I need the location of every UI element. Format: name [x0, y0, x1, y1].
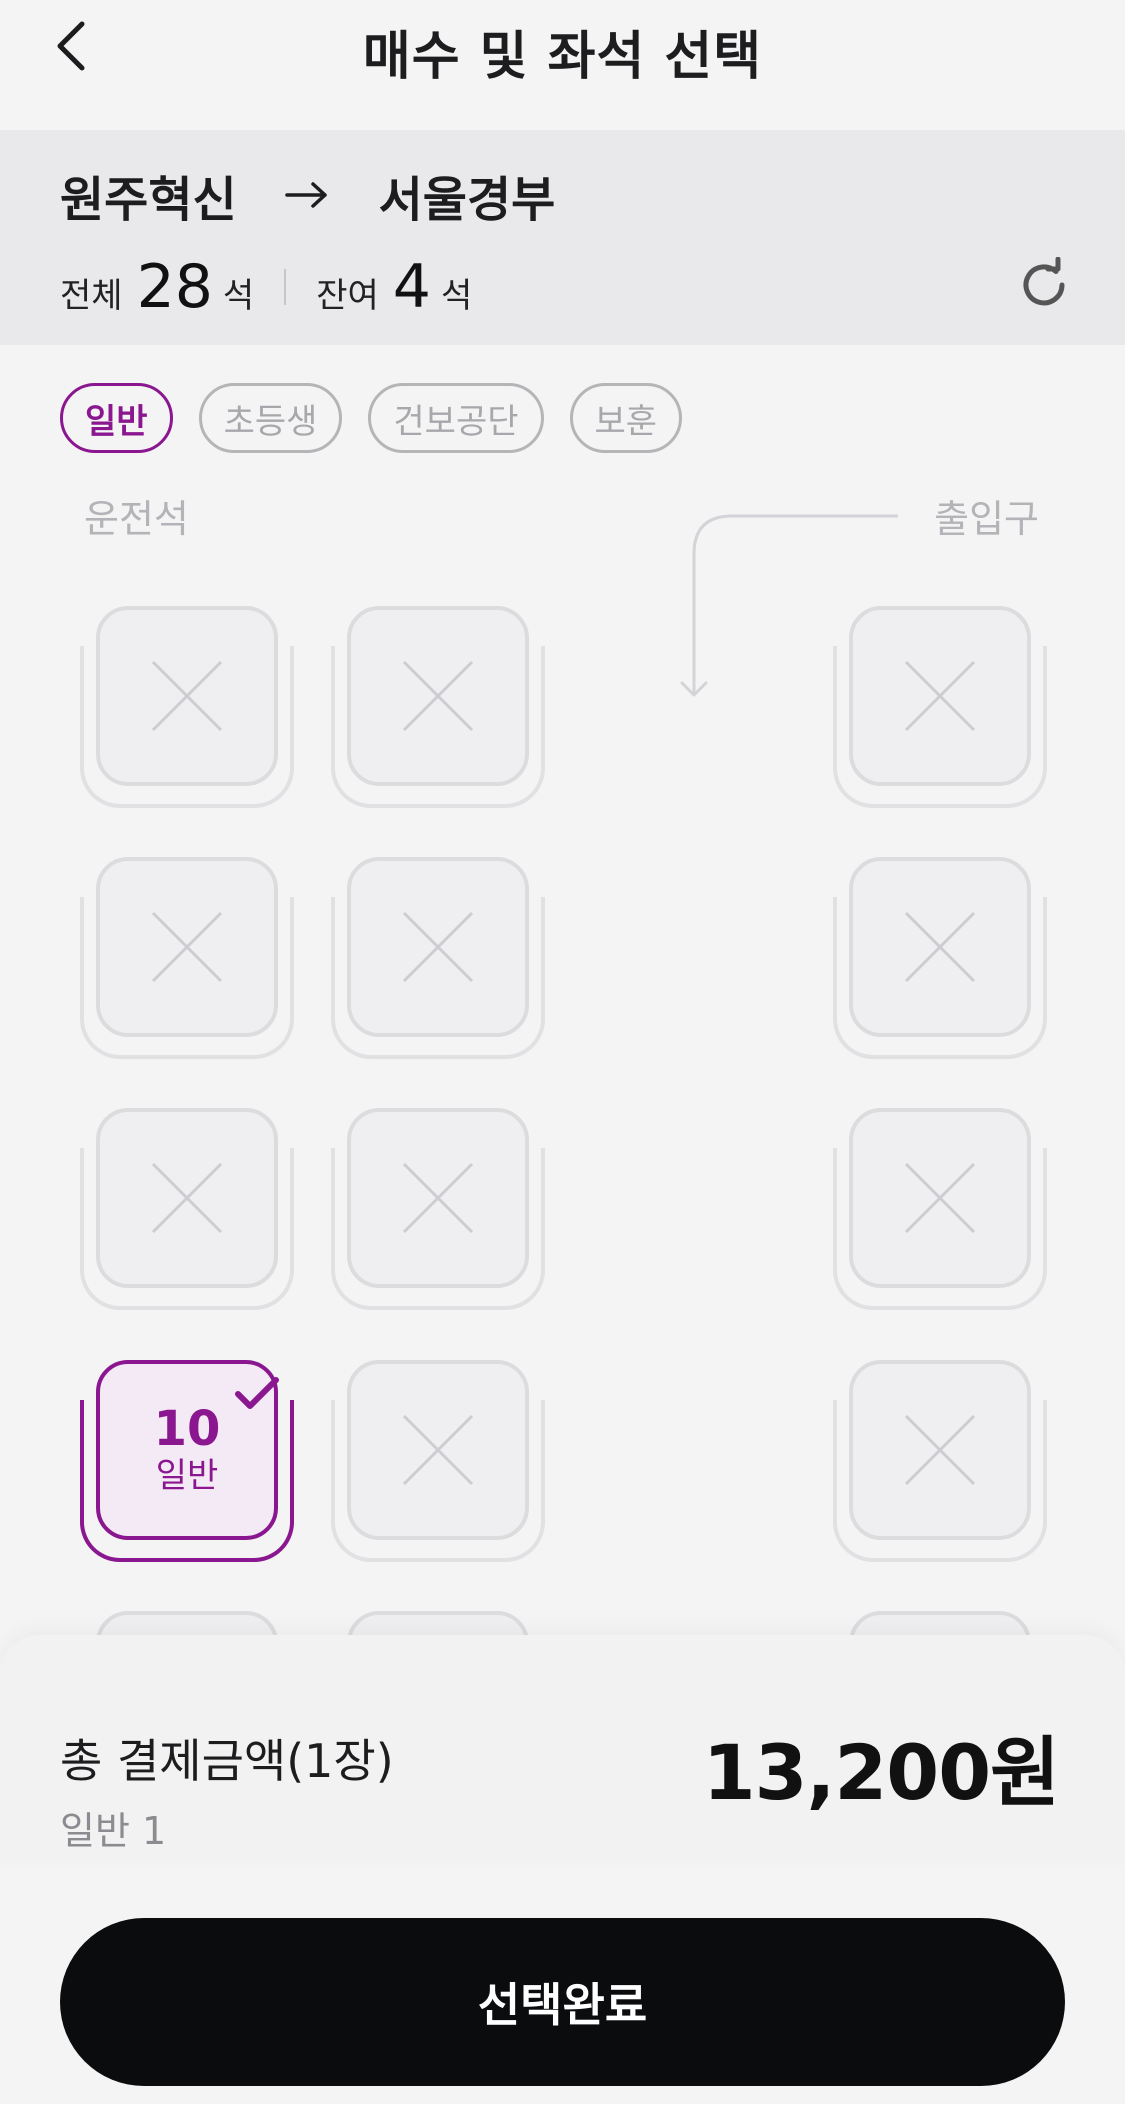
chip-veteran[interactable]: 보훈 — [569, 383, 683, 453]
seat-selection-page: 매수 및 좌석 선택 원주혁신 서울경부 전체 28 석 잔여 4 석 일반 초… — [0, 0, 1125, 2104]
seat-cushion — [849, 1108, 1031, 1288]
route-panel: 원주혁신 서울경부 전체 28 석 잔여 4 석 — [0, 130, 1125, 345]
confirm-selection-button[interactable]: 선택완료 — [60, 1918, 1065, 2086]
close-icon — [151, 911, 223, 983]
seat-unavailable — [833, 1360, 1047, 1562]
seat-unavailable — [331, 857, 545, 1059]
seat-cushion — [96, 1108, 278, 1288]
close-icon — [402, 1414, 474, 1486]
total-payment-amount: 13,200원 — [702, 1728, 1060, 1817]
checkmark-icon — [235, 1377, 279, 1409]
seat-unavailable — [331, 1360, 545, 1562]
seat-cushion — [96, 857, 278, 1037]
close-icon — [904, 1414, 976, 1486]
close-icon — [151, 1162, 223, 1234]
remaining-seats-unit: 석 — [440, 276, 473, 316]
page-title: 매수 및 좌석 선택 — [362, 27, 763, 87]
seat-passenger-type: 일반 — [155, 1456, 219, 1496]
seat-cushion — [347, 606, 529, 786]
seat-unavailable — [80, 606, 294, 808]
header: 매수 및 좌석 선택 — [0, 0, 1125, 130]
seat-number: 10 — [153, 1401, 221, 1458]
seat-selected[interactable]: 10 일반 — [80, 1360, 294, 1562]
driver-seat-label: 운전석 — [84, 497, 189, 541]
route-info: 원주혁신 서울경부 — [60, 160, 555, 230]
seat-cushion — [849, 1360, 1031, 1540]
seat-cushion — [347, 1108, 529, 1288]
seat-unavailable — [331, 606, 545, 808]
total-payment-label: 총 결제금액(1장) — [60, 1734, 394, 1788]
close-icon — [151, 660, 223, 732]
seat-cushion — [849, 606, 1031, 786]
seat-unavailable — [80, 857, 294, 1059]
entrance-label: 출입구 — [934, 497, 1039, 541]
payment-summary: 총 결제금액(1장) 일반 1 13,200원 — [0, 1635, 1125, 1865]
seat-cushion — [849, 857, 1031, 1037]
seat-unavailable — [331, 1108, 545, 1310]
ticket-breakdown: 일반 1 — [60, 1809, 167, 1853]
remaining-seats-value: 4 — [392, 252, 431, 322]
seat-cushion — [347, 857, 529, 1037]
close-icon — [904, 660, 976, 732]
total-seats-unit: 석 — [222, 276, 255, 316]
refresh-button[interactable] — [1009, 250, 1079, 320]
passenger-type-chips: 일반 초등생 건보공단 보훈 — [60, 383, 683, 453]
seat-cushion — [347, 1360, 529, 1540]
seat-unavailable — [80, 1108, 294, 1310]
seat-counts: 전체 28 석 잔여 4 석 — [60, 252, 472, 322]
close-icon — [904, 1162, 976, 1234]
total-seats-value: 28 — [136, 252, 213, 322]
seat-unavailable — [833, 606, 1047, 808]
seat-cushion — [96, 606, 278, 786]
seat-unavailable — [833, 1108, 1047, 1310]
close-icon — [402, 911, 474, 983]
chip-health-insurance[interactable]: 건보공단 — [368, 383, 544, 453]
arrow-right-icon — [284, 180, 329, 210]
chip-general[interactable]: 일반 — [60, 383, 173, 453]
seat-unavailable — [833, 857, 1047, 1059]
close-icon — [402, 660, 474, 732]
total-seats-label: 전체 — [60, 276, 123, 316]
arrival-terminal: 서울경부 — [378, 172, 556, 228]
refresh-icon — [1023, 257, 1065, 306]
departure-terminal: 원주혁신 — [60, 172, 237, 228]
chip-elementary[interactable]: 초등생 — [198, 383, 343, 453]
remaining-seats-label: 잔여 — [316, 276, 379, 316]
footer: 선택완료 — [0, 1865, 1125, 2104]
close-icon — [904, 911, 976, 983]
close-icon — [402, 1162, 474, 1234]
divider — [284, 269, 287, 305]
